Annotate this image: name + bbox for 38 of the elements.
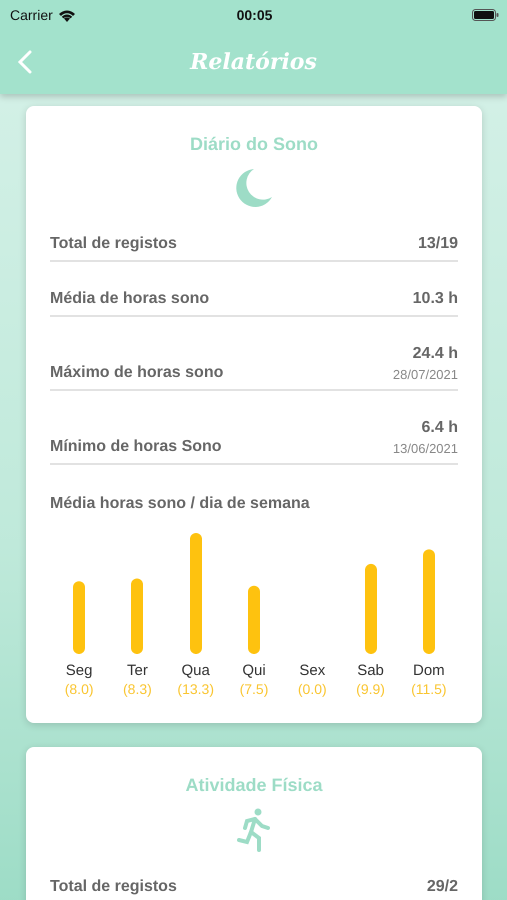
value-label: (0.0) (298, 681, 327, 698)
stat-label: Máximo de horas sono (50, 364, 224, 382)
chevron-left-icon (18, 50, 32, 74)
value-label: (8.3) (123, 681, 152, 698)
stat-date: 28/07/2021 (392, 367, 458, 382)
day-label: Sex (299, 662, 326, 680)
page-title: Relatórios (190, 49, 317, 75)
card-title: Atividade Física (184, 775, 324, 796)
status-time: 00:05 (236, 7, 272, 23)
value-label: (9.9) (356, 681, 385, 698)
value-label: (8.0) (64, 681, 94, 698)
value-label: (11.5) (411, 681, 447, 698)
stat-value: 24.4 h (412, 345, 458, 363)
stat-value: 13/19 (418, 235, 458, 253)
wifi-icon (58, 8, 76, 22)
bar (248, 586, 260, 654)
battery-icon (472, 9, 499, 21)
chart-title: Média horas sono / dia de semana (50, 495, 311, 513)
running-figure-icon (237, 808, 271, 852)
stat-date: 13/06/2021 (392, 441, 458, 456)
day-label: Seg (66, 662, 92, 680)
stat-value: 10.3 h (412, 290, 458, 308)
day-label: Dom (413, 662, 445, 680)
value-label: (7.5) (240, 681, 268, 698)
day-label: Ter (127, 662, 148, 680)
day-label: Qua (182, 662, 210, 680)
stat-value: 6.4 h (422, 419, 458, 437)
day-label: Qui (242, 662, 266, 680)
day-label: Sab (357, 662, 384, 680)
carrier-label: Carrier (10, 7, 53, 23)
stat-label: Média de horas sono (50, 290, 210, 308)
moon-icon (234, 167, 274, 209)
stat-label: Total de registos (50, 878, 177, 896)
card-title: Diário do Sono (189, 134, 319, 155)
value-label: (13.3) (177, 681, 214, 698)
stat-label: Total de registos (50, 235, 177, 253)
stat-value: 29/2 (426, 878, 458, 896)
stat-label: Mínimo de horas Sono (50, 438, 222, 456)
